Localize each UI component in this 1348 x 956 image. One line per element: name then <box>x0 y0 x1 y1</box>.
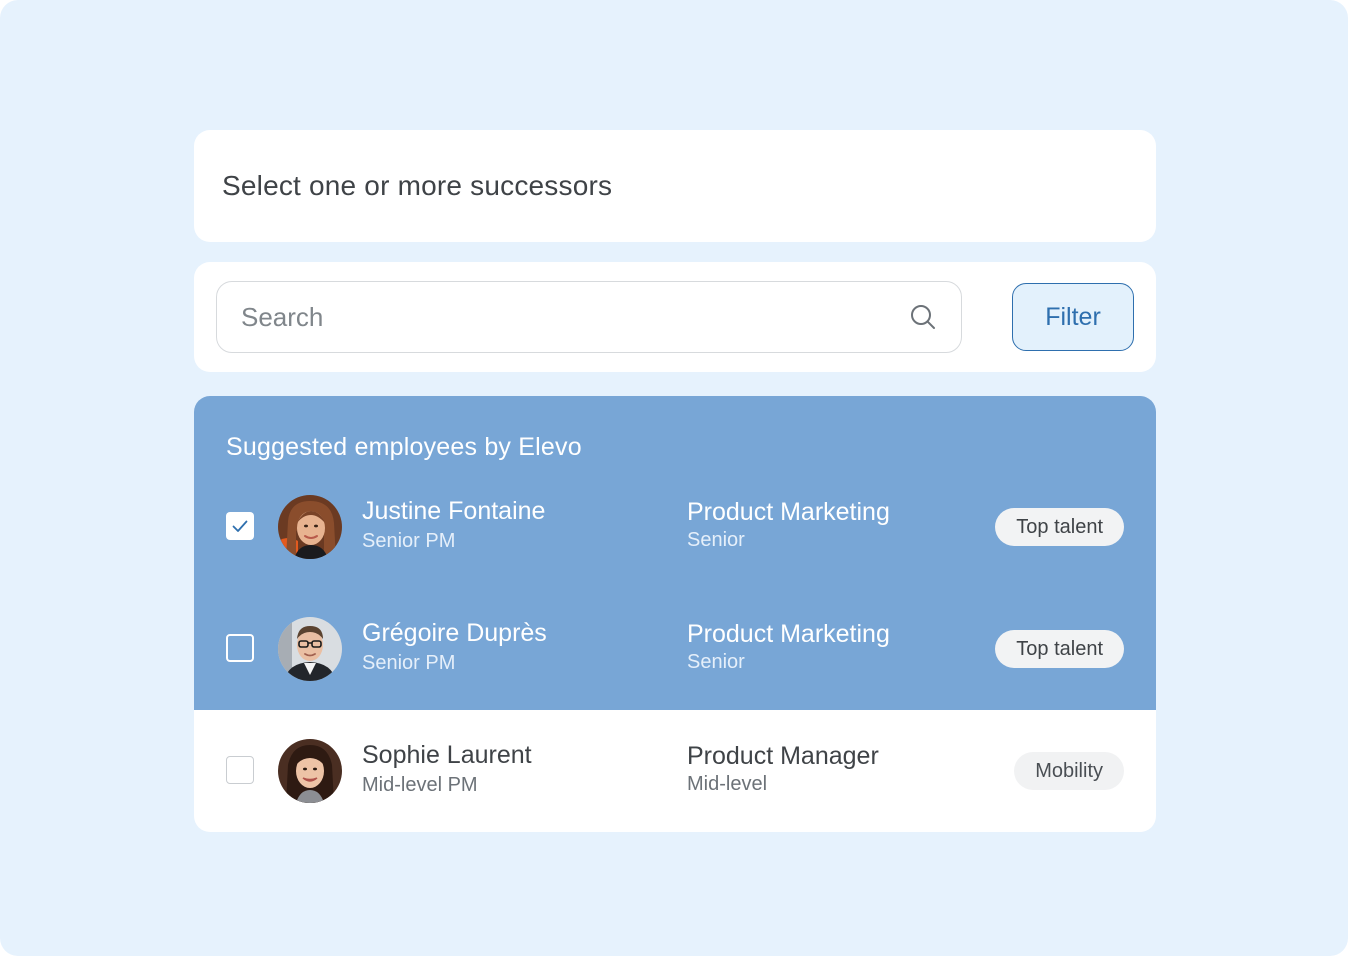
page-canvas: Select one or more successors Filter Sug… <box>0 0 1348 956</box>
filter-button[interactable]: Filter <box>1012 283 1134 351</box>
employee-list: Suggested employees by Elevo Justine Fon… <box>194 396 1156 832</box>
employee-row-gregoire-dupres[interactable]: Grégoire Duprès Senior PM Product Market… <box>194 603 1156 693</box>
avatar <box>278 739 342 803</box>
employee-row-sophie-laurent[interactable]: Sophie Laurent Mid-level PM Product Mana… <box>194 725 1156 815</box>
talent-badge: Top talent <box>995 508 1124 546</box>
employee-checkbox[interactable] <box>226 756 254 784</box>
employee-role: Senior PM <box>362 652 456 674</box>
employee-checkbox[interactable] <box>226 634 254 662</box>
title-card: Select one or more successors <box>194 130 1156 242</box>
employee-department: Product Marketing <box>687 620 890 648</box>
avatar <box>278 495 342 559</box>
employee-department: Product Manager <box>687 742 879 770</box>
check-icon <box>232 520 248 532</box>
employee-checkbox-checked[interactable] <box>226 512 254 540</box>
employee-level: Senior <box>687 529 745 551</box>
search-card: Filter <box>194 262 1156 372</box>
search-box[interactable] <box>216 281 962 353</box>
search-icon[interactable] <box>909 303 937 331</box>
employee-role: Mid-level PM <box>362 774 478 796</box>
suggested-section: Suggested employees by Elevo Justine Fon… <box>194 396 1156 710</box>
avatar <box>278 617 342 681</box>
employee-role: Senior PM <box>362 530 456 552</box>
page-title: Select one or more successors <box>222 170 613 201</box>
talent-badge: Top talent <box>995 630 1124 668</box>
employee-level: Mid-level <box>687 773 768 795</box>
employee-department: Product Marketing <box>687 498 890 526</box>
suggested-section-title: Suggested employees by Elevo <box>226 433 582 461</box>
search-input[interactable] <box>239 282 883 353</box>
employee-name: Sophie Laurent <box>362 741 532 769</box>
mobility-badge: Mobility <box>1014 752 1124 790</box>
employee-level: Senior <box>687 651 745 673</box>
employee-name: Grégoire Duprès <box>362 619 547 647</box>
employee-row-justine-fontaine[interactable]: Justine Fontaine Senior PM Product Marke… <box>194 481 1156 571</box>
employee-name: Justine Fontaine <box>362 497 546 525</box>
